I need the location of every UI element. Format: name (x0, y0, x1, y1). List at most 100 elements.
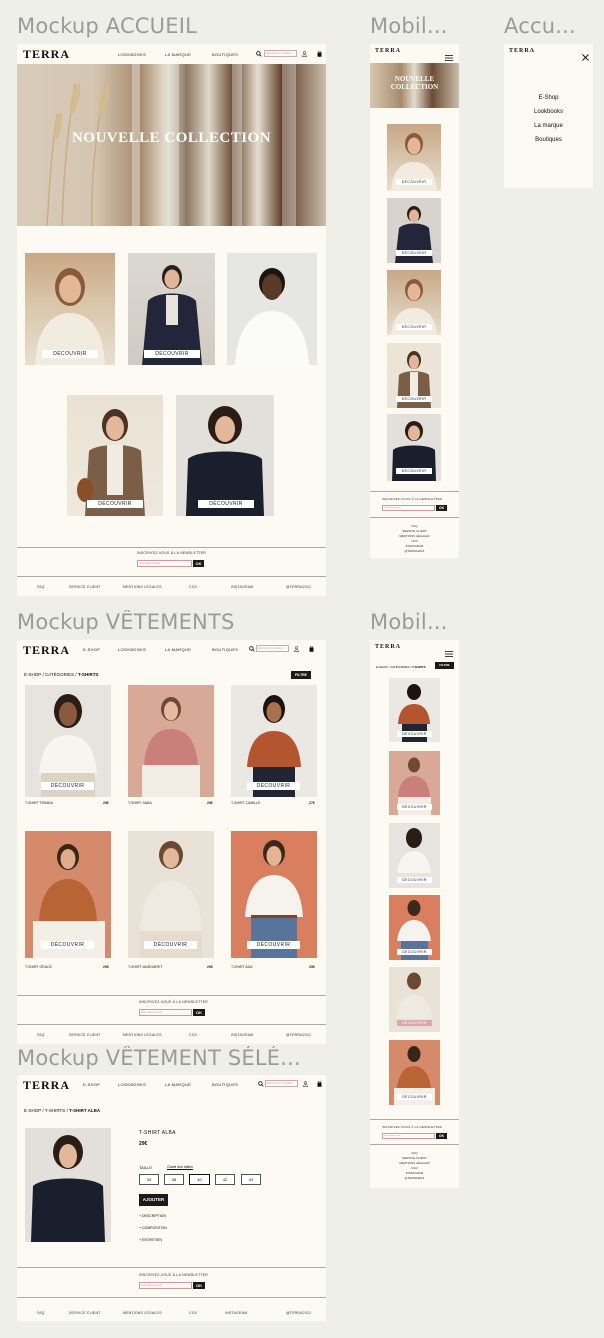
nav-lookbooks[interactable]: LOOKBOOKS (118, 647, 146, 652)
user-icon[interactable] (293, 645, 299, 652)
accordion-entretien[interactable]: + ENTRETIEN (139, 1238, 162, 1242)
newsletter-ok-button[interactable]: OK (193, 1009, 205, 1016)
product-image[interactable] (176, 395, 274, 516)
discover-button[interactable]: DÉCOUVRIR (396, 468, 432, 474)
size-guide-link[interactable]: Guide des tailles (167, 1165, 193, 1169)
search-input[interactable]: Rechercher un produit (264, 50, 297, 57)
logo[interactable]: TERRA (375, 48, 401, 54)
discover-button[interactable]: DÉCOUVRIR (396, 179, 432, 185)
newsletter-email-input[interactable]: Votre adresse mail (382, 1133, 435, 1139)
product-image[interactable] (25, 685, 111, 797)
product-name[interactable]: T-SHIRT SABA (128, 801, 152, 805)
product-image[interactable] (231, 685, 317, 797)
product-image[interactable] (231, 831, 317, 958)
nav-boutiques[interactable]: BOUTIQUES (212, 52, 238, 57)
hamburger-icon[interactable] (445, 48, 453, 61)
discover-button-hover[interactable]: DÉCOUVRIR (397, 1020, 432, 1026)
product-name[interactable]: T-SHIRT CAMILLE (231, 801, 260, 805)
product-image[interactable] (128, 831, 214, 958)
newsletter-ok-button[interactable]: OK (436, 1133, 447, 1139)
discover-button[interactable]: DÉCOUVRIR (397, 731, 432, 737)
logo[interactable]: TERRA (23, 47, 70, 62)
nav-boutiques[interactable]: BOUTIQUES (212, 647, 238, 652)
menu-item-marque[interactable]: La marque (504, 123, 593, 129)
breadcrumb-link[interactable]: T-SHIRTS (45, 1108, 65, 1113)
footer-link[interactable]: SERVICE CLIENT (69, 1311, 101, 1315)
discover-button[interactable]: DÉCOUVRIR (144, 941, 197, 949)
nav-marque[interactable]: LA MARQUE (165, 52, 191, 57)
filter-button[interactable]: FILTRE (435, 662, 454, 669)
discover-button[interactable]: DÉCOUVRIR (42, 350, 98, 358)
menu-item-lookbooks[interactable]: Lookbooks (504, 109, 593, 115)
footer-link[interactable]: INSTAGRAM (231, 1033, 253, 1037)
footer-link[interactable]: MENTIONS LÉGALES (123, 1033, 162, 1037)
accordion-composition[interactable]: + COMPOSITION (139, 1226, 167, 1230)
newsletter-ok-button[interactable]: OK (193, 1282, 205, 1289)
newsletter-email-input[interactable]: Votre adresse mail (139, 1009, 192, 1016)
nav-marque[interactable]: LA MARQUE (165, 647, 191, 652)
user-icon[interactable] (302, 1080, 308, 1087)
discover-button[interactable]: DÉCOUVRIR (41, 782, 94, 790)
close-icon[interactable] (582, 48, 589, 61)
breadcrumb-link[interactable]: E-SHOP (376, 665, 387, 669)
footer-link[interactable]: @TERRA2021 (286, 1033, 311, 1037)
logo[interactable]: TERRA (509, 48, 535, 54)
nav-lookbooks[interactable]: LOOKBOOKS (118, 1082, 146, 1087)
footer-link[interactable]: MENTIONS LÉGALES (123, 585, 162, 589)
product-image[interactable] (67, 395, 163, 516)
footer-link[interactable]: FAQ (37, 1311, 45, 1315)
search-icon[interactable] (248, 645, 255, 652)
breadcrumb-link[interactable]: E-SHOP (24, 672, 41, 677)
logo[interactable]: TERRA (23, 1078, 70, 1093)
product-image[interactable] (227, 253, 317, 365)
logo[interactable]: TERRA (375, 644, 401, 650)
bag-icon[interactable] (316, 1080, 322, 1087)
discover-button[interactable]: DÉCOUVRIR (396, 396, 432, 402)
product-image[interactable] (25, 831, 111, 958)
newsletter-ok-button[interactable]: OK (436, 505, 447, 511)
footer-link[interactable]: CGV (189, 1033, 197, 1037)
footer-link[interactable]: @TERRA2021 (370, 1176, 459, 1181)
newsletter-email-input[interactable]: Votre adresse mail (382, 505, 435, 511)
search-icon[interactable] (257, 1080, 264, 1087)
discover-button[interactable]: DÉCOUVRIR (198, 500, 254, 508)
nav-boutiques[interactable]: BOUTIQUES (212, 1082, 238, 1087)
footer-link[interactable]: INSTAGRAM (231, 585, 253, 589)
newsletter-email-input[interactable]: Votre adresse mail (139, 1282, 192, 1289)
bag-icon[interactable] (308, 645, 314, 652)
size-option-selected[interactable]: 40 (189, 1174, 210, 1185)
footer-link[interactable]: CGV (189, 585, 197, 589)
size-option[interactable]: 42 (215, 1174, 235, 1185)
product-name[interactable]: T-SHIRT MARGARET (128, 965, 162, 969)
menu-item-boutiques[interactable]: Boutiques (504, 137, 593, 143)
bag-icon[interactable] (316, 50, 322, 57)
breadcrumb-link[interactable]: E-SHOP (24, 1108, 41, 1113)
newsletter-email-input[interactable]: Votre adresse mail (137, 560, 192, 567)
product-image[interactable] (128, 253, 215, 365)
footer-link[interactable]: SERVICE CLIENT (69, 1033, 101, 1037)
discover-button[interactable]: DÉCOUVRIR (41, 941, 94, 949)
nav-eshop[interactable]: E-SHOP (83, 1082, 100, 1087)
footer-link[interactable]: @TERRA2021 (370, 549, 459, 554)
newsletter-ok-button[interactable]: OK (193, 560, 204, 567)
discover-button[interactable]: DÉCOUVRIR (396, 324, 432, 330)
discover-button[interactable]: DÉCOUVRIR (397, 1094, 432, 1100)
nav-marque[interactable]: LA MARQUE (165, 1082, 191, 1087)
footer-link[interactable]: FAQ (37, 585, 45, 589)
product-name[interactable]: T-SHIRT ADA (231, 965, 252, 969)
filter-button[interactable]: FILTRE (291, 671, 311, 679)
footer-link[interactable]: INSTAGRAM (225, 1311, 247, 1315)
size-option[interactable]: 34 (139, 1174, 159, 1185)
product-image[interactable] (25, 253, 115, 365)
footer-link[interactable]: CGV (189, 1311, 197, 1315)
product-name[interactable]: T-SHIRT GRACE (25, 965, 52, 969)
discover-button[interactable]: DÉCOUVRIR (397, 949, 432, 955)
hamburger-icon[interactable] (445, 644, 453, 657)
product-name[interactable]: T-SHIRT TRINIKA (25, 801, 53, 805)
footer-link[interactable]: @TERRA2021 (286, 1311, 311, 1315)
breadcrumb-link[interactable]: CATÉGORIES (390, 665, 409, 669)
discover-button[interactable]: DÉCOUVRIR (247, 941, 300, 949)
footer-link[interactable]: @TERRA2021 (286, 585, 311, 589)
discover-button[interactable]: DÉCOUVRIR (144, 350, 200, 358)
size-option[interactable]: 38 (164, 1174, 184, 1185)
